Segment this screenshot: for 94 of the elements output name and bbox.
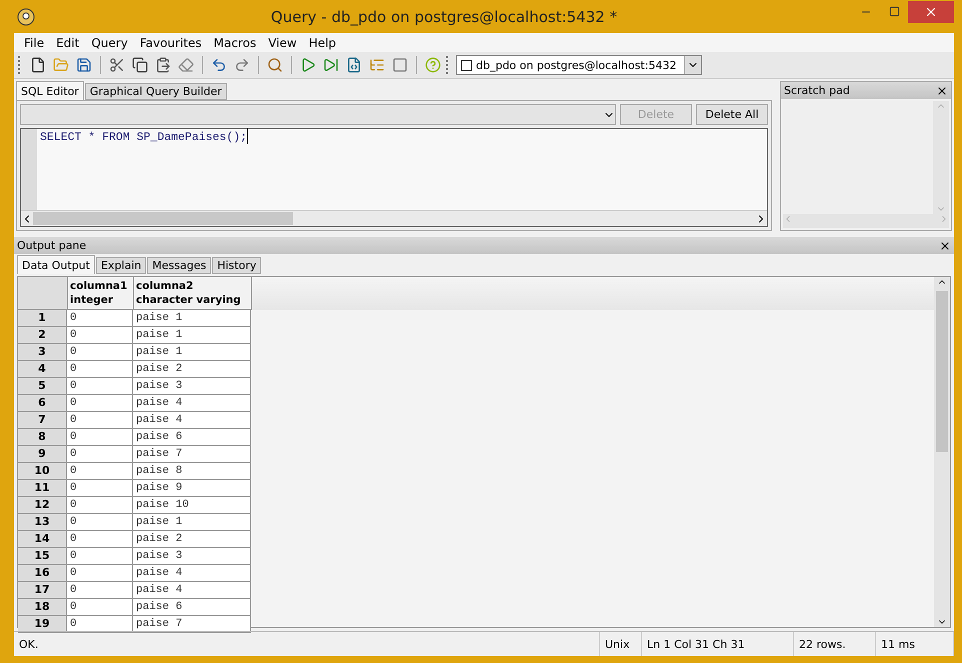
table-cell: paise 9	[133, 480, 251, 497]
row-number[interactable]: 11	[18, 480, 67, 497]
editor-tab[interactable]: Graphical Query Builder	[84, 83, 227, 100]
row-number[interactable]: 4	[18, 361, 67, 378]
table-cell: paise 6	[133, 599, 251, 616]
table-cell: 0	[67, 514, 133, 531]
table-cell: 0	[67, 599, 133, 616]
menu-item[interactable]: Favourites	[134, 36, 208, 50]
copy-button[interactable]	[130, 55, 150, 75]
row-number[interactable]: 18	[18, 599, 67, 616]
table-cell: 0	[67, 446, 133, 463]
app-logo-icon	[16, 6, 36, 26]
row-number[interactable]: 13	[18, 514, 67, 531]
row-number[interactable]: 9	[18, 446, 67, 463]
menu-item[interactable]: Macros	[208, 36, 262, 50]
row-number[interactable]: 3	[18, 344, 67, 361]
table-cell: 0	[67, 480, 133, 497]
table-cell: 0	[67, 378, 133, 395]
column-header[interactable]: columna2 character varying	[134, 277, 252, 310]
output-tab[interactable]: Explain	[96, 257, 146, 274]
row-number[interactable]: 8	[18, 429, 67, 446]
table-cell: paise 1	[133, 344, 251, 361]
output-tab[interactable]: Messages	[147, 257, 212, 274]
close-icon[interactable]	[939, 240, 951, 252]
table-cell: paise 10	[133, 497, 251, 514]
row-number[interactable]: 7	[18, 412, 67, 429]
table-cell: paise 4	[133, 395, 251, 412]
row-number[interactable]: 2	[18, 327, 67, 344]
table-cell: 0	[67, 412, 133, 429]
menu-item[interactable]: View	[262, 36, 303, 50]
vertical-scrollbar[interactable]	[934, 277, 950, 627]
table-cell: 0	[67, 582, 133, 599]
table-cell: 0	[67, 344, 133, 361]
table-cell: 0	[67, 497, 133, 514]
table-cell: paise 3	[133, 548, 251, 565]
table-cell: 0	[67, 395, 133, 412]
row-count-status: 22 rows.	[794, 632, 876, 656]
menu-item[interactable]: Edit	[50, 36, 86, 50]
grid-corner[interactable]	[18, 277, 68, 310]
table-cell: 0	[67, 548, 133, 565]
table-cell: 0	[67, 616, 133, 633]
menu-item[interactable]: Help	[302, 36, 342, 50]
table-cell: paise 3	[133, 378, 251, 395]
menu-item[interactable]: File	[18, 36, 50, 50]
status-message: OK.	[14, 632, 600, 656]
sql-text: SELECT * FROM SP_DamePaises();	[37, 128, 248, 144]
row-number[interactable]: 19	[18, 616, 67, 633]
window-title: Query - db_pdo on postgres@localhost:5432 *	[270, 8, 618, 26]
maximize-icon	[888, 6, 900, 17]
table-cell: 0	[67, 531, 133, 548]
row-number[interactable]: 6	[18, 395, 67, 412]
row-number[interactable]: 10	[18, 463, 67, 480]
pane-title: Output pane	[17, 239, 86, 252]
row-number[interactable]: 17	[18, 582, 67, 599]
table-cell: paise 7	[133, 616, 251, 633]
row-number[interactable]: 5	[18, 378, 67, 395]
row-number[interactable]: 12	[18, 497, 67, 514]
table-cell: paise 1	[133, 327, 251, 344]
table-cell: paise 1	[133, 310, 251, 327]
table-cell: 0	[67, 429, 133, 446]
sql-editor[interactable]: SELECT * FROM SP_DamePaises();	[20, 128, 768, 227]
row-number[interactable]: 14	[18, 531, 67, 548]
table-cell: paise 2	[133, 361, 251, 378]
line-ending-status: Unix	[600, 632, 642, 656]
menu-item[interactable]: Query	[85, 36, 134, 50]
cursor-position-status: Ln 1 Col 31 Ch 31	[642, 632, 794, 656]
table-cell: 0	[67, 361, 133, 378]
table-cell: paise 4	[133, 412, 251, 429]
time-status: 11 ms	[876, 632, 954, 656]
table-cell: paise 1	[133, 514, 251, 531]
connection-dropdown[interactable]: db_pdo on postgres@localhost:5432	[456, 55, 702, 75]
table-cell: paise 6	[133, 429, 251, 446]
editor-tab[interactable]: SQL Editor	[16, 81, 84, 100]
table-cell: paise 7	[133, 446, 251, 463]
row-number[interactable]: 1	[18, 310, 67, 327]
table-cell: paise 8	[133, 463, 251, 480]
help-button[interactable]	[423, 55, 443, 75]
row-number[interactable]: 16	[18, 565, 67, 582]
table-cell: 0	[67, 310, 133, 327]
close-icon[interactable]	[936, 84, 948, 96]
table-cell: 0	[67, 327, 133, 344]
table-cell: paise 2	[133, 531, 251, 548]
pane-title: Scratch pad	[784, 84, 850, 97]
output-tab[interactable]: Data Output	[17, 255, 95, 274]
table-cell: 0	[67, 565, 133, 582]
table-cell: paise 4	[133, 582, 251, 599]
column-header[interactable]: columna1 integer	[68, 277, 134, 310]
row-number[interactable]: 15	[18, 548, 67, 565]
output-tab[interactable]: History	[212, 257, 262, 274]
table-cell: paise 4	[133, 565, 251, 582]
delete-button[interactable]: Delete All	[696, 104, 768, 125]
table-cell: 0	[67, 463, 133, 480]
close-button[interactable]	[908, 0, 954, 22]
horizontal-scrollbar[interactable]	[21, 210, 767, 226]
